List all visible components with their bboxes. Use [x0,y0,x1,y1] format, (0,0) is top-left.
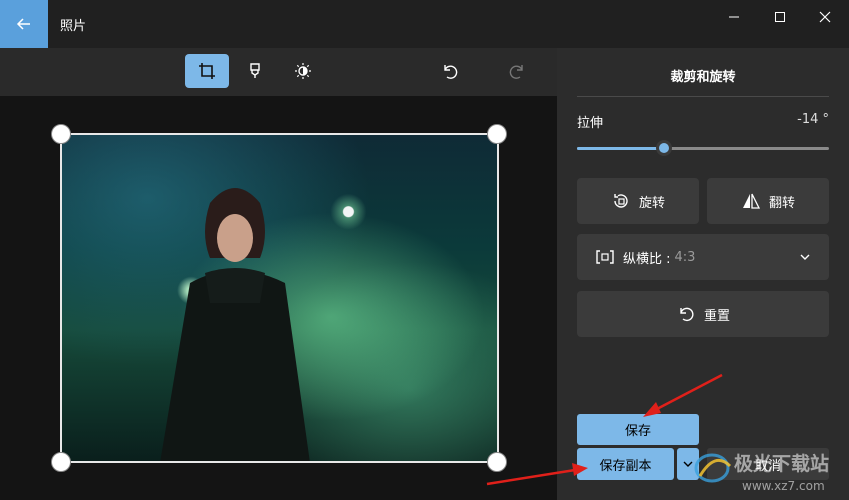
svg-text:www.xz7.com: www.xz7.com [742,479,825,493]
annotation-arrow-save [643,373,723,417]
annotation-arrow-save-copy [486,463,588,486]
watermark-logo: 极光下载站 www.xz7.com [694,452,829,493]
annotation-arrows [486,373,723,486]
svg-text:极光下载站: 极光下载站 [734,452,829,475]
